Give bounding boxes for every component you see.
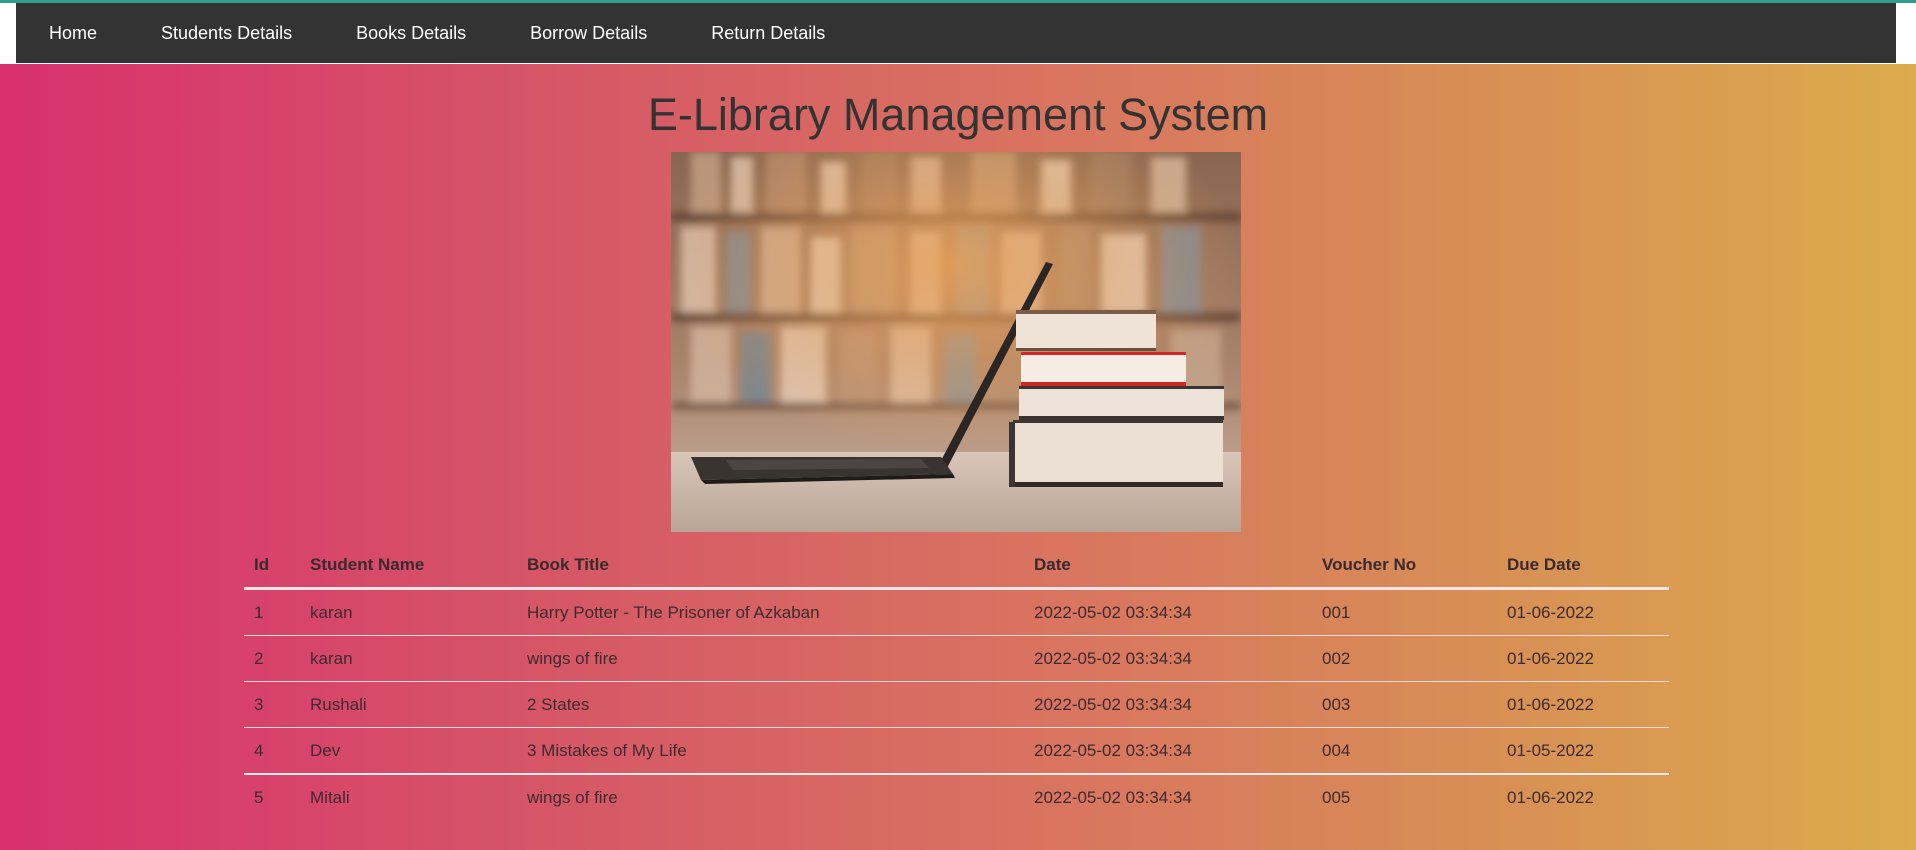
cell-book-title: 2 States xyxy=(517,681,1024,728)
cell-id: 2 xyxy=(244,635,300,682)
cell-voucher-no: 005 xyxy=(1322,787,1351,807)
cell-due-date: 01-06-2022 xyxy=(1497,635,1669,682)
cell-due-date: 01-06-2022 xyxy=(1497,681,1669,728)
cell-date: 2022-05-02 03:34:34 xyxy=(1024,727,1312,775)
cell-id: 3 xyxy=(244,681,300,728)
cell-book-title: wings of fire xyxy=(517,635,1024,682)
cell-date: 2022-05-02 03:34:34 xyxy=(1024,635,1312,682)
col-header-due-date: Due Date xyxy=(1497,543,1669,590)
cell-voucher-no: 001 xyxy=(1312,588,1497,636)
cell-student-name: Dev xyxy=(300,727,517,775)
borrow-table: Id Student Name Book Title Date Voucher … xyxy=(244,543,1669,820)
cell-due-date: 01-05-2022 xyxy=(1497,727,1669,775)
cell-due-date: 01-06-2022 xyxy=(1507,787,1594,807)
navbar: Home Students Details Books Details Borr… xyxy=(16,3,1896,63)
cell-student-name: karan xyxy=(300,635,517,682)
nav-borrow-details[interactable]: Borrow Details xyxy=(498,3,679,63)
col-header-id: Id xyxy=(244,543,300,590)
table-row: 4 Dev 3 Mistakes of My Life 2022-05-02 0… xyxy=(244,727,1669,775)
cell-id: 4 xyxy=(244,727,300,775)
nav-home[interactable]: Home xyxy=(16,3,129,63)
table-row: 2 karan wings of fire 2022-05-02 03:34:3… xyxy=(244,635,1669,682)
cell-date: 2022-05-02 03:34:34 xyxy=(1024,681,1312,728)
cell-book-title: Harry Potter - The Prisoner of Azkaban xyxy=(517,588,1024,636)
cell-student-name: Mitali xyxy=(310,787,350,807)
navbar-container: Home Students Details Books Details Borr… xyxy=(0,3,1916,64)
table-row: 5 Mitali wings of fire 2022-05-02 03:34:… xyxy=(244,774,1669,820)
cell-book-title: wings of fire xyxy=(527,787,618,807)
page-title: E-Library Management System xyxy=(647,89,1269,140)
col-header-date: Date xyxy=(1024,543,1312,590)
cell-student-name: karan xyxy=(300,588,517,636)
hero-image xyxy=(671,152,1241,532)
cell-date: 2022-05-02 03:34:34 xyxy=(1024,588,1312,636)
table-row: 3 Rushali 2 States 2022-05-02 03:34:34 0… xyxy=(244,681,1669,728)
nav-books-details[interactable]: Books Details xyxy=(324,3,498,63)
table-header-row: Id Student Name Book Title Date Voucher … xyxy=(244,543,1669,590)
col-header-book-title: Book Title xyxy=(517,543,1024,590)
cell-id: 1 xyxy=(244,588,300,636)
nav-return-details[interactable]: Return Details xyxy=(679,3,857,63)
cell-voucher-no: 002 xyxy=(1312,635,1497,682)
cell-student-name: Rushali xyxy=(300,681,517,728)
nav-students-details[interactable]: Students Details xyxy=(129,3,324,63)
cell-date: 2022-05-02 03:34:34 xyxy=(1034,787,1192,807)
col-header-voucher-no: Voucher No xyxy=(1312,543,1497,590)
cell-voucher-no: 003 xyxy=(1312,681,1497,728)
cell-book-title: 3 Mistakes of My Life xyxy=(517,727,1024,775)
cell-due-date: 01-06-2022 xyxy=(1497,588,1669,636)
library-books-laptop-photo xyxy=(671,152,1241,532)
col-header-student-name: Student Name xyxy=(300,543,517,590)
table-row: 1 karan Harry Potter - The Prisoner of A… xyxy=(244,588,1669,636)
cell-voucher-no: 004 xyxy=(1312,727,1497,775)
cell-id: 5 xyxy=(254,787,264,807)
